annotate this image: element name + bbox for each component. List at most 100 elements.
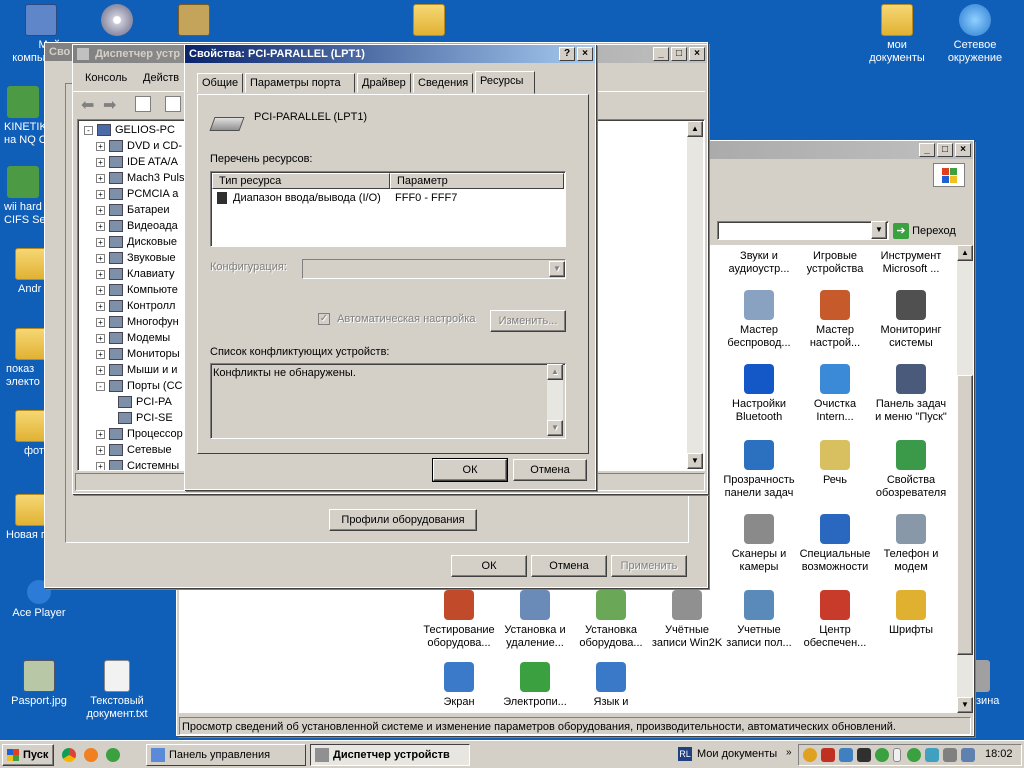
control-panel-item[interactable]: Свойства обозревателя — [872, 440, 950, 500]
expand-icon[interactable]: + — [96, 269, 105, 279]
system-properties-apply-button[interactable]: Применить — [611, 555, 687, 577]
tree-item[interactable]: + Компьюте — [96, 282, 178, 298]
tray-icon-7[interactable] — [907, 748, 921, 762]
control-panel-item[interactable]: Установка оборудова... — [572, 590, 650, 650]
expand-icon[interactable]: + — [96, 141, 105, 151]
volume-icon[interactable] — [943, 748, 957, 762]
chrome-icon[interactable] — [62, 748, 76, 762]
tree-item[interactable]: PCI-SE — [118, 410, 173, 426]
collapse-icon[interactable]: - — [96, 381, 105, 391]
control-panel-item[interactable]: Инструмент Microsoft ... — [872, 250, 950, 276]
tray-icon-5[interactable] — [875, 748, 889, 762]
tab-general[interactable]: Общие — [197, 73, 243, 93]
conflicts-scrollbar[interactable]: ▲ ▼ — [547, 364, 563, 436]
tree-item[interactable]: + Клавиату — [96, 266, 174, 282]
tree-root[interactable]: - GELIOS-PC — [84, 122, 175, 138]
tree-item[interactable]: + Mach3 Puls — [96, 170, 184, 186]
tree-item[interactable]: + Звуковые — [96, 250, 176, 266]
config-combo[interactable]: ▼ — [302, 259, 566, 279]
change-settings-button[interactable]: Изменить... — [490, 310, 566, 332]
close-button[interactable]: × — [577, 47, 593, 61]
tree-item[interactable]: + Батареи — [96, 202, 170, 218]
expand-icon[interactable]: + — [96, 237, 105, 247]
control-panel-item[interactable]: Электропи... — [496, 662, 574, 709]
tree-item[interactable]: + Системны — [96, 458, 179, 470]
tree-item[interactable]: + Контролл — [96, 298, 175, 314]
resources-list[interactable]: Тип ресурса Параметр Диапазон ввода/выво… — [210, 171, 566, 247]
tab-resources[interactable]: Ресурсы — [475, 71, 535, 94]
minimize-button[interactable]: _ — [919, 143, 935, 157]
expand-icon[interactable]: + — [96, 189, 105, 199]
expand-icon[interactable]: + — [96, 445, 105, 455]
tray-icon-4[interactable] — [857, 748, 871, 762]
back-arrow-icon[interactable]: ⬅ — [81, 95, 94, 115]
control-panel-item[interactable]: Игровые устройства — [796, 250, 874, 276]
expand-icon[interactable]: + — [96, 461, 105, 470]
minimize-button[interactable]: _ — [653, 47, 669, 61]
tree-item[interactable]: - Порты (CC — [96, 378, 182, 394]
tree-item[interactable]: + DVD и CD- — [96, 138, 182, 154]
forward-arrow-icon[interactable]: ➡ — [103, 95, 116, 115]
tray-icon-2[interactable] — [821, 748, 835, 762]
auto-settings-checkbox[interactable]: ✓ Автоматическая настройка — [318, 313, 475, 326]
control-panel-item[interactable]: Установка и удаление... — [496, 590, 574, 650]
control-panel-item[interactable]: Сканеры и камеры — [720, 514, 798, 574]
resource-row[interactable]: Диапазон ввода/вывода (I/O) — [217, 190, 381, 206]
browser-icon[interactable] — [84, 748, 98, 762]
control-panel-item[interactable]: Тестирование оборудова... — [420, 590, 498, 650]
dialog-cancel-button[interactable]: Отмена — [513, 459, 587, 481]
scroll-down-button[interactable]: ▼ — [957, 697, 973, 713]
tree-item[interactable]: + Сетевые — [96, 442, 172, 458]
go-button[interactable]: ➔ Переход — [893, 221, 969, 241]
system-properties-cancel-button[interactable]: Отмена — [531, 555, 607, 577]
tree-item[interactable]: + IDE ATA/A — [96, 154, 178, 170]
tree-item[interactable]: + Мониторы — [96, 346, 180, 362]
tree-scrollbar[interactable]: ▲ ▼ — [687, 121, 703, 469]
control-panel-item[interactable]: Телефон и модем — [872, 514, 950, 574]
address-dropdown-button[interactable]: ▼ — [871, 221, 887, 239]
control-panel-item[interactable]: Звуки и аудиоустр... — [720, 250, 798, 276]
desktop-icon-image[interactable] — [155, 4, 233, 39]
control-panel-item[interactable]: Прозрачность панели задач — [720, 440, 798, 500]
network-tray-icon[interactable] — [961, 748, 975, 762]
control-panel-item[interactable]: Настройки Bluetooth — [720, 364, 798, 424]
expand-icon[interactable]: + — [96, 205, 105, 215]
tree-item[interactable]: + Многофун — [96, 314, 179, 330]
my-documents-toolbar[interactable]: Мои документы — [697, 748, 777, 760]
expand-icon[interactable]: + — [96, 173, 105, 183]
control-panel-item[interactable]: Экран — [420, 662, 498, 709]
expand-icon[interactable]: + — [96, 157, 105, 167]
tab-port-settings[interactable]: Параметры порта — [245, 73, 355, 93]
expand-icon[interactable]: + — [96, 317, 105, 327]
tray-icon-6[interactable] — [893, 748, 901, 762]
close-button[interactable]: × — [955, 143, 971, 157]
tray-icon-8[interactable] — [925, 748, 939, 762]
hardware-profiles-button[interactable]: Профили оборудования — [329, 509, 477, 531]
system-properties-ok-button[interactable]: ОК — [451, 555, 527, 577]
console-tree-icon[interactable] — [135, 96, 151, 112]
maximize-button[interactable]: □ — [937, 143, 953, 157]
expand-icon[interactable]: + — [96, 221, 105, 231]
desktop-icon-network[interactable]: Сетевое окружение — [936, 4, 1014, 65]
properties-icon[interactable] — [165, 96, 181, 112]
tree-item[interactable]: + Мыши и и — [96, 362, 177, 378]
scroll-thumb[interactable] — [957, 375, 973, 655]
desktop-icon-folder-top[interactable] — [390, 4, 468, 39]
maximize-button[interactable]: □ — [671, 47, 687, 61]
control-panel-item[interactable]: Специальные возможности — [796, 514, 874, 574]
tab-driver[interactable]: Драйвер — [357, 73, 411, 93]
clock[interactable]: 18:02 — [985, 748, 1013, 760]
start-button[interactable]: Пуск — [2, 744, 54, 766]
tree-item[interactable]: + Дисковые — [96, 234, 177, 250]
properties-dialog-titlebar[interactable]: Свойства: PCI-PARALLEL (LPT1) ? × — [185, 45, 595, 63]
control-panel-item[interactable]: Язык и — [572, 662, 650, 709]
tree-item[interactable]: + PCMCIA а — [96, 186, 178, 202]
scroll-up-button[interactable]: ▲ — [957, 245, 973, 261]
help-button[interactable]: ? — [559, 47, 575, 61]
control-panel-item[interactable]: Учётные записи Win2K — [648, 590, 726, 650]
control-panel-item[interactable]: Мониторинг системы — [872, 290, 950, 350]
column-type[interactable]: Тип ресурса — [212, 173, 390, 189]
vertical-scrollbar[interactable]: ▲ ▼ — [957, 245, 973, 713]
taskbar-control-panel[interactable]: Панель управления — [146, 744, 306, 766]
control-panel-item[interactable]: Мастер настрой... — [796, 290, 874, 350]
